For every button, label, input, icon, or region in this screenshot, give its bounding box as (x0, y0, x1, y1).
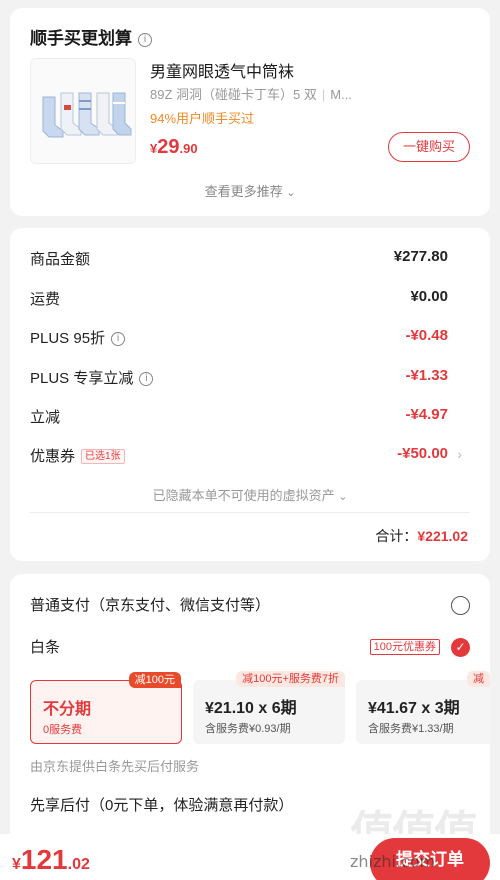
recommend-title-text: 顺手买更划算 (30, 29, 132, 48)
payment-baitiao-label: 白条 (30, 639, 61, 656)
cost-row-goods: 商品金额 ¥277.80 (30, 248, 448, 272)
payment-option-pay-later[interactable]: 先享后付（0元下单，体验满意再付款） (30, 794, 293, 815)
baitiao-provider-note: 由京东提供白条先买后付服务 (30, 759, 200, 774)
plan-sub-label: 含服务费¥1.33/期 (368, 723, 454, 735)
bottom-price-decimal: .02 (67, 856, 90, 873)
payment-card: 普通支付（京东支付、微信支付等） 白条 100元优惠券 ✓ 减100元 不分期 … (10, 574, 490, 844)
chevron-down-icon: ⌄ (338, 491, 348, 503)
price-integer: 29 (157, 136, 180, 158)
cost-row-plus-discount: PLUS 95折 i -¥0.48 (30, 327, 448, 351)
recommend-title: 顺手买更划算 i (30, 24, 152, 49)
plan-discount-badge: 减 (467, 671, 490, 687)
coupon-selected-tag: 已选1张 (81, 449, 125, 464)
product-name[interactable]: 男童网眼透气中筒袜 (150, 58, 294, 82)
info-icon[interactable]: i (138, 32, 152, 47)
cost-value: -¥50.00 (397, 445, 448, 462)
info-icon[interactable]: i (111, 332, 126, 347)
product-spec: 89Z 洞洞（碰碰卡丁车）5 双 | M... (150, 84, 380, 103)
plan-discount-badge: 减100元+服务费7折 (236, 671, 345, 687)
cost-label-wrap: PLUS 专享立减 i (30, 367, 154, 388)
more-recommend-link[interactable]: 查看更多推荐 ⌄ (10, 181, 490, 200)
cost-label: 优惠券 (30, 448, 76, 465)
cost-label: PLUS 专享立减 (30, 370, 134, 387)
one-click-buy-button[interactable]: 一键购买 (388, 132, 470, 162)
cost-label: 商品金额 (30, 251, 91, 268)
installment-plan-3[interactable]: 减 ¥41.67 x 3期 含服务费¥1.33/期 (356, 671, 490, 744)
spec-divider: | (321, 87, 326, 102)
total-row: 合计：¥221.02 (375, 526, 468, 546)
cost-label: PLUS 95折 (30, 330, 106, 347)
installment-plan-none[interactable]: 减100元 不分期 0服务费 (30, 672, 182, 744)
total-label: 合计： (375, 528, 418, 544)
pay-later-label: 先享后付（0元下单，体验满意再付款） (30, 797, 294, 814)
divider (30, 512, 470, 513)
hidden-assets-label: 已隐藏本单不可使用的虚拟资产 (152, 488, 335, 503)
product-spec-1: 89Z 洞洞（碰碰卡丁车）5 双 (150, 87, 317, 102)
product-image[interactable] (30, 58, 136, 164)
payment-option-normal[interactable]: 普通支付（京东支付、微信支付等） (30, 594, 470, 618)
bottom-bar: ¥121.02 提交订单 (0, 834, 500, 880)
bottom-price: ¥121.02 (12, 844, 90, 876)
plan-main-label: ¥21.10 x 6期 (205, 700, 297, 717)
submit-order-button[interactable]: 提交订单 (370, 838, 490, 880)
plan-main-label: ¥41.67 x 3期 (368, 700, 460, 717)
socks-image-icon (31, 59, 135, 163)
info-icon[interactable]: i (139, 372, 154, 387)
cost-row-shipping: 运费 ¥0.00 (30, 288, 448, 312)
cost-card: 商品金额 ¥277.80 运费 ¥0.00 PLUS 95折 i -¥0.48 P… (10, 228, 490, 561)
product-price: ¥29.90 (150, 136, 198, 159)
cost-value: -¥0.48 (405, 327, 448, 344)
price-decimal: .90 (179, 141, 198, 156)
cost-value: ¥0.00 (410, 288, 448, 305)
plan-sub-label: 0服务费 (43, 724, 83, 736)
cost-label: 立减 (30, 409, 61, 426)
total-value: ¥221.02 (417, 528, 468, 544)
cost-row-plus-reduce: PLUS 专享立减 i -¥1.33 (30, 367, 448, 391)
recommend-card: 顺手买更划算 i 男童网眼透气中筒袜 89Z 洞洞（碰碰卡丁车）5 双 | M... … (10, 8, 490, 216)
radio-unchecked-icon[interactable] (451, 596, 470, 615)
hidden-assets-toggle[interactable]: 已隐藏本单不可使用的虚拟资产 ⌄ (10, 485, 490, 504)
cost-row-coupon[interactable]: 优惠券 已选1张 -¥50.00 › (30, 445, 462, 469)
plan-discount-badge: 减100元 (128, 672, 181, 688)
installment-plan-6[interactable]: 减100元+服务费7折 ¥21.10 x 6期 含服务费¥0.93/期 (193, 671, 345, 744)
cost-row-reduce: 立减 -¥4.97 (30, 406, 448, 430)
chevron-right-icon: › (457, 446, 462, 462)
radio-checked-icon[interactable]: ✓ (451, 638, 470, 657)
bottom-price-symbol: ¥ (12, 856, 21, 873)
plan-main-label: 不分期 (43, 701, 92, 718)
chevron-down-icon: ⌄ (286, 187, 296, 199)
product-bought-rate: 94%用户顺手买过 (150, 111, 255, 126)
cost-label: 运费 (30, 291, 61, 308)
more-recommend-label: 查看更多推荐 (204, 184, 283, 199)
cost-value: ¥277.80 (393, 248, 448, 265)
cost-label-wrap: PLUS 95折 i (30, 327, 126, 348)
product-spec-2: M... (330, 87, 352, 102)
payment-option-baitiao[interactable]: 白条 100元优惠券 ✓ (30, 636, 470, 660)
cost-label-wrap: 优惠券 已选1张 (30, 445, 125, 466)
plan-sub-label: 含服务费¥0.93/期 (205, 723, 291, 735)
cost-value: -¥4.97 (405, 406, 448, 423)
cost-value: -¥1.33 (405, 367, 448, 384)
bottom-price-integer: 121 (20, 844, 68, 875)
baitiao-coupon-badge: 100元优惠券 (369, 639, 440, 655)
payment-normal-label: 普通支付（京东支付、微信支付等） (30, 597, 271, 614)
